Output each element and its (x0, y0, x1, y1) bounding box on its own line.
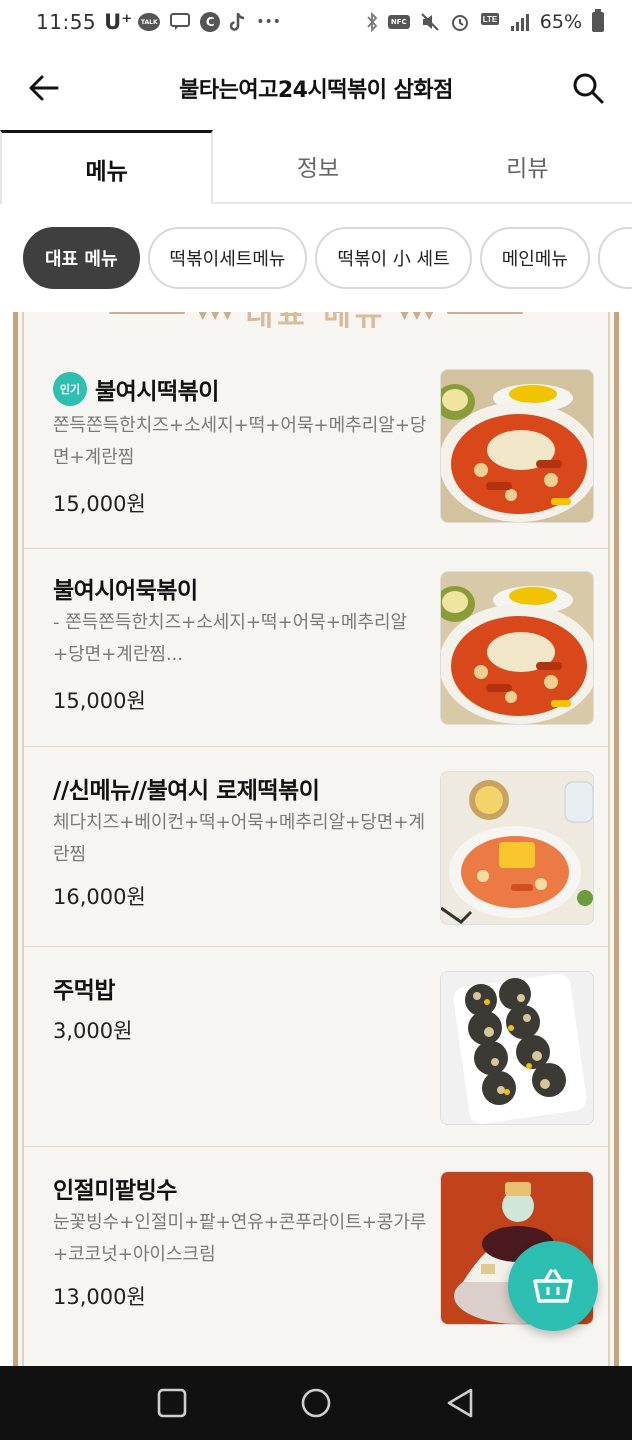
bluetooth-icon (366, 12, 378, 32)
item-name: //신메뉴//불여시 로제떡볶이 (53, 778, 320, 804)
back-triangle-icon (447, 1388, 473, 1418)
lte-icon: LTE (480, 12, 500, 32)
home-button[interactable] (286, 1373, 346, 1433)
tab-reviews[interactable]: 리뷰 (423, 130, 632, 202)
chip-main-menu[interactable]: 메인메뉴 (479, 227, 590, 289)
banner-divider (108, 312, 185, 314)
item-name-row: //신메뉴//불여시 로제떡볶이 (53, 771, 320, 805)
battery-icon (592, 9, 604, 32)
alarm-icon (450, 12, 470, 32)
tab-bar: 메뉴 정보 리뷰 (0, 130, 632, 204)
system-nav-bar (0, 1366, 632, 1440)
item-description: 체다치즈+베이컨+떡+어묵+메추리알+당면+계란찜 (53, 812, 426, 865)
chip-signature-menu[interactable]: 대표 메뉴 (23, 227, 140, 289)
item-name-row: 주먹밥 (53, 971, 115, 1005)
search-button[interactable] (566, 66, 610, 110)
menu-item[interactable]: //신메뉴//불여시 로제떡볶이 체다치즈+베이컨+떡+어묵+메추리알+당면+계… (24, 746, 608, 946)
item-price: 15,000원 (53, 492, 146, 516)
search-icon (573, 73, 604, 104)
cart-button[interactable] (508, 1241, 598, 1331)
item-price: 16,000원 (53, 885, 146, 909)
signal-icon (510, 12, 530, 32)
tiktok-icon (230, 12, 246, 32)
item-price: 15,000원 (53, 689, 146, 713)
kakaotalk-icon: TALK (138, 13, 161, 31)
svg-text:LTE: LTE (483, 15, 498, 24)
item-description: 눈꽃빙수+인절미+팥+연유+콘푸라이트+콩가루+코코넛+아이스크림 (53, 1212, 427, 1265)
menu-item[interactable]: 불여시어묵볶이 - 쫀득쫀득한치즈+소세지+떡+어묵+메추리알+당면+계란찜..… (24, 548, 608, 748)
chip-tteokbokki-set[interactable]: 떡볶이세트메뉴 (147, 227, 308, 289)
banner-divider (447, 312, 524, 314)
item-price: 13,000원 (53, 1285, 146, 1309)
chip-next-category[interactable] (597, 227, 632, 289)
back-button[interactable] (22, 66, 66, 110)
back-nav-button[interactable] (430, 1373, 490, 1433)
item-name: 불여시떡볶이 (95, 379, 219, 405)
menu-item[interactable]: 인기 불여시떡볶이 쫀득쫀득한치즈+소세지+떡+어묵+메추리알+당면+계란찜 1… (24, 324, 608, 524)
item-name-row: 불여시어묵볶이 (53, 571, 198, 605)
app-header: 불타는여고24시떡볶이 삼화점 (0, 44, 632, 132)
status-bar: 11:55 U⁺ TALK C ••• NFC LTE 65% (0, 0, 632, 44)
home-icon (301, 1388, 331, 1418)
item-name: 인절미팥빙수 (53, 1178, 177, 1204)
item-photo (440, 771, 594, 925)
popular-badge: 인기 (53, 372, 87, 406)
item-name-row: 인절미팥빙수 (53, 1171, 177, 1205)
menu-item[interactable]: 주먹밥 3,000원 (24, 946, 608, 1146)
item-price: 3,000원 (53, 1019, 133, 1043)
menu-board: ▼▼▼ 대표 메뉴 ▼▼▼ 인기 불여시떡볶이 쫀득쫀득한치즈+소세지+떡+어묵… (13, 312, 619, 1366)
item-photo (440, 971, 594, 1125)
item-description: 쫀득쫀득한치즈+소세지+떡+어묵+메추리알+당면+계란찜 (53, 415, 427, 468)
category-chips: 대표 메뉴 떡볶이세트메뉴 떡볶이 小 세트 메인메뉴 (0, 204, 632, 312)
system-icons: NFC LTE 65% (366, 9, 604, 33)
mute-icon (420, 12, 440, 32)
item-description: - 쫀득쫀득한치즈+소세지+떡+어묵+메추리알+당면+계란찜... (53, 612, 408, 665)
more-notifications-icon: ••• (256, 14, 282, 30)
chip-tteokbokki-small-set[interactable]: 떡볶이 小 세트 (315, 227, 472, 289)
recents-button[interactable] (142, 1373, 202, 1433)
recents-icon (157, 1388, 187, 1418)
item-name-row: 인기 불여시떡볶이 (53, 372, 219, 406)
item-name: 주먹밥 (53, 978, 115, 1004)
item-photo (440, 369, 594, 523)
item-photo (440, 571, 594, 725)
banner-ornament-icon: ▼▼▼ (196, 312, 234, 322)
status-time: 11:55 (36, 10, 97, 34)
c-app-icon: C (200, 12, 221, 32)
arrow-left-icon (29, 75, 59, 101)
notification-icons: TALK C ••• (138, 12, 281, 32)
tab-menu[interactable]: 메뉴 (0, 130, 214, 204)
nfc-icon: NFC (387, 15, 410, 29)
page-title: 불타는여고24시떡볶이 삼화점 (179, 78, 453, 103)
item-name: 불여시어묵볶이 (53, 578, 198, 604)
tab-info[interactable]: 정보 (213, 130, 422, 202)
banner-ornament-icon: ▼▼▼ (398, 312, 436, 322)
message-icon (170, 13, 191, 31)
basket-icon (533, 1269, 573, 1303)
carrier-label: U⁺ (104, 10, 133, 34)
battery-percent: 65% (539, 11, 582, 33)
